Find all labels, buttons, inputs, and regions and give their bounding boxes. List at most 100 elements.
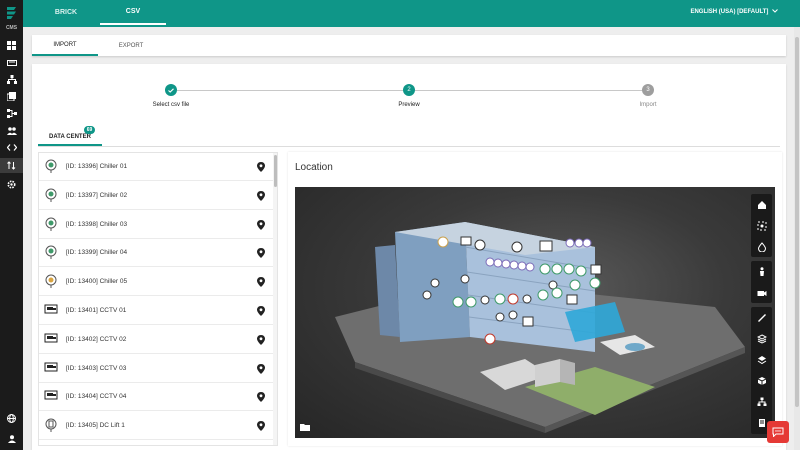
- map-pin-icon[interactable]: [257, 306, 265, 316]
- list-item-label: [ID: 13404] CCTV 04: [66, 393, 127, 401]
- tree-icon: [757, 397, 766, 406]
- cctv-icon: [44, 390, 58, 400]
- map-pin-icon[interactable]: [257, 392, 265, 403]
- viewer-tool-section[interactable]: [751, 328, 772, 349]
- list-item-label: [ID: 13399] Chiller 04: [66, 249, 128, 257]
- viewer-tool-cube[interactable]: [751, 370, 772, 391]
- sort-icon: [7, 161, 16, 170]
- viewer-toolbar-view: [751, 261, 772, 303]
- step-1-indicator: [165, 84, 177, 96]
- list-item[interactable]: [ID: 13401] CCTV 01: [39, 297, 273, 325]
- import-card: Select csv file 2 Preview 3 Import DATA …: [32, 64, 786, 450]
- focus-icon: [757, 221, 766, 230]
- tab-csv[interactable]: CSV: [100, 0, 166, 25]
- viewer-tool-home[interactable]: [751, 194, 772, 215]
- step-1-label: Select csv file: [152, 102, 190, 108]
- viewer-toolbar-tools: [751, 307, 772, 434]
- viewer-tool-layers[interactable]: [751, 349, 772, 370]
- list-item[interactable]: [ID: 13403] CCTV 03: [39, 355, 273, 383]
- map-pin-icon[interactable]: [257, 363, 265, 374]
- check-icon: [168, 87, 174, 93]
- rail-profile[interactable]: [0, 431, 23, 446]
- rail-measure[interactable]: [0, 55, 23, 70]
- cube-icon: [757, 376, 766, 385]
- list-item[interactable]: [ID: 13404] CCTV 04: [39, 383, 273, 412]
- list-item[interactable]: [ID: 13400] Chiller 05: [39, 268, 273, 297]
- count-badge: 69: [84, 126, 95, 134]
- viewer-tool-tree[interactable]: [751, 391, 772, 412]
- list-scroll-thumb[interactable]: [274, 155, 277, 187]
- chiller-icon: [45, 188, 57, 202]
- rail-users[interactable]: [0, 123, 23, 138]
- rail-dashboard[interactable]: [0, 38, 23, 53]
- chiller-icon: [45, 274, 57, 289]
- library-icon: [7, 92, 16, 101]
- viewer-tool-person[interactable]: [751, 261, 772, 282]
- page-scroll-thumb[interactable]: [795, 37, 799, 407]
- top-bar: BRICK CSV ENGLISH (USA) [DEFAULT]: [23, 0, 800, 27]
- 3d-viewer[interactable]: [295, 187, 775, 438]
- left-nav-rail: CMS: [0, 0, 23, 450]
- import-export-tabs: IMPORT EXPORT: [32, 35, 786, 56]
- step-2-label: Preview: [369, 102, 449, 108]
- asset-list: [ID: 13396] Chiller 01 [ID: 13397] Chille…: [38, 152, 278, 446]
- code-icon: [6, 144, 17, 151]
- rail-language[interactable]: [0, 411, 23, 426]
- map-pin-icon[interactable]: [257, 421, 265, 432]
- list-item-label: [ID: 13397] Chiller 02: [66, 191, 128, 199]
- list-item[interactable]: [ID: 13396] Chiller 01: [39, 153, 273, 181]
- viewer-tool-focus[interactable]: [751, 215, 772, 236]
- folder-icon[interactable]: [300, 423, 310, 431]
- chiller-icon: [45, 217, 57, 231]
- section-icon: [756, 333, 767, 344]
- list-item-label: [ID: 13401] CCTV 01: [66, 307, 127, 314]
- rail-connections[interactable]: [0, 106, 23, 121]
- list-item[interactable]: [ID: 13397] Chiller 02: [39, 182, 273, 210]
- map-pin-icon[interactable]: [257, 162, 265, 172]
- list-scrollbar[interactable]: [273, 153, 277, 445]
- cctv-icon: [44, 333, 58, 343]
- document-icon: [758, 418, 765, 427]
- tab-brick[interactable]: BRICK: [31, 0, 101, 25]
- list-item[interactable]: [ID: 13402] CCTV 02: [39, 326, 273, 354]
- list-item-label: [ID: 13396] Chiller 01: [66, 163, 128, 170]
- lift-icon: [45, 418, 57, 433]
- gear-icon: [7, 180, 16, 189]
- viewer-toolbar-navigation: [751, 194, 772, 257]
- chat-icon: [772, 427, 784, 437]
- map-pin-icon[interactable]: [257, 190, 265, 201]
- list-item-label: [ID: 13398] Chiller 03: [66, 220, 128, 228]
- tab-import[interactable]: IMPORT: [32, 35, 98, 56]
- language-selector[interactable]: ENGLISH (USA) [DEFAULT]: [690, 9, 778, 15]
- step-3-label: Import: [639, 102, 657, 108]
- list-item-label: [ID: 13400] Chiller 05: [66, 278, 128, 286]
- map-pin-icon[interactable]: [257, 248, 265, 259]
- map-pin-icon[interactable]: [257, 277, 265, 288]
- tab-divider: [38, 146, 780, 147]
- rail-settings[interactable]: [0, 177, 23, 192]
- map-pin-icon[interactable]: [257, 334, 265, 345]
- viewer-tool-drop[interactable]: [751, 236, 772, 257]
- rail-import-export[interactable]: [0, 158, 23, 173]
- location-panel: Location: [288, 152, 782, 446]
- building-model[interactable]: [295, 187, 775, 438]
- camera-icon: [757, 290, 766, 296]
- page-scrollbar[interactable]: [794, 27, 800, 450]
- tab-export[interactable]: EXPORT: [98, 35, 164, 56]
- rail-library[interactable]: [0, 89, 23, 104]
- list-item[interactable]: [ID: 13405] DC Lift 1: [39, 412, 273, 441]
- rail-code[interactable]: [0, 140, 23, 155]
- map-pin-icon[interactable]: [257, 219, 265, 230]
- app-logo-icon[interactable]: [5, 6, 18, 20]
- list-item[interactable]: [ID: 13399] Chiller 04: [39, 239, 273, 268]
- rail-hierarchy[interactable]: [0, 72, 23, 87]
- viewer-tool-ruler[interactable]: [751, 307, 772, 328]
- users-icon: [6, 126, 17, 135]
- chiller-icon: [45, 245, 57, 260]
- hierarchy-icon: [6, 75, 17, 84]
- cctv-icon: [44, 362, 58, 372]
- list-item[interactable]: [ID: 13398] Chiller 03: [39, 211, 273, 239]
- list-item-label: [ID: 13405] DC Lift 1: [66, 422, 125, 430]
- viewer-tool-camera[interactable]: [751, 282, 772, 303]
- chat-button[interactable]: [767, 421, 789, 443]
